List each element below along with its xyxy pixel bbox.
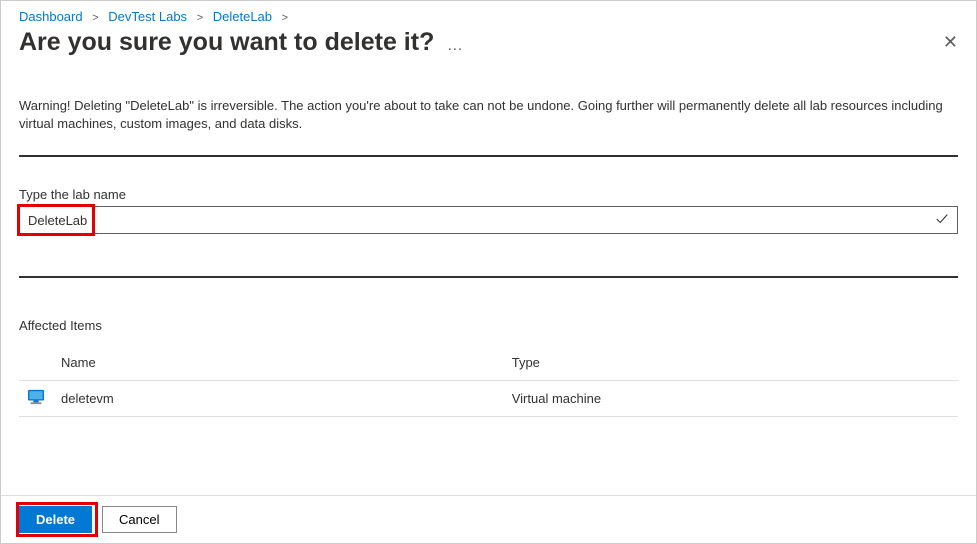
footer: Delete Cancel <box>1 495 976 543</box>
page-title: Are you sure you want to delete it? <box>19 28 434 56</box>
table-row: deletevm Virtual machine <box>19 381 958 417</box>
warning-text: Warning! Deleting "DeleteLab" is irrever… <box>19 97 958 133</box>
affected-items-title: Affected Items <box>19 318 958 333</box>
divider <box>19 155 958 157</box>
affected-items-table: Name Type deletevm Virtual machine <box>19 347 958 417</box>
breadcrumb: Dashboard > DevTest Labs > DeleteLab > <box>1 1 976 26</box>
chevron-right-icon: > <box>282 12 288 24</box>
breadcrumb-item-devtestlabs[interactable]: DevTest Labs <box>108 9 187 24</box>
row-name: deletevm <box>53 381 504 417</box>
header-row: Are you sure you want to delete it? … ✕ <box>1 26 976 67</box>
close-icon[interactable]: ✕ <box>943 32 958 53</box>
row-type: Virtual machine <box>504 381 958 417</box>
chevron-right-icon: > <box>92 12 98 24</box>
cancel-button[interactable]: Cancel <box>102 506 176 533</box>
lab-name-input[interactable] <box>28 213 935 228</box>
column-header-type: Type <box>504 347 958 381</box>
column-header-name: Name <box>53 347 504 381</box>
breadcrumb-item-deletelab[interactable]: DeleteLab <box>213 9 272 24</box>
more-icon[interactable]: … <box>447 37 463 54</box>
chevron-right-icon: > <box>197 12 203 24</box>
vm-icon <box>27 389 45 405</box>
divider <box>19 276 958 278</box>
delete-button[interactable]: Delete <box>19 506 92 533</box>
lab-name-label: Type the lab name <box>19 187 958 202</box>
check-icon <box>935 212 949 229</box>
lab-name-input-wrapper <box>19 206 958 234</box>
breadcrumb-item-dashboard[interactable]: Dashboard <box>19 9 83 24</box>
